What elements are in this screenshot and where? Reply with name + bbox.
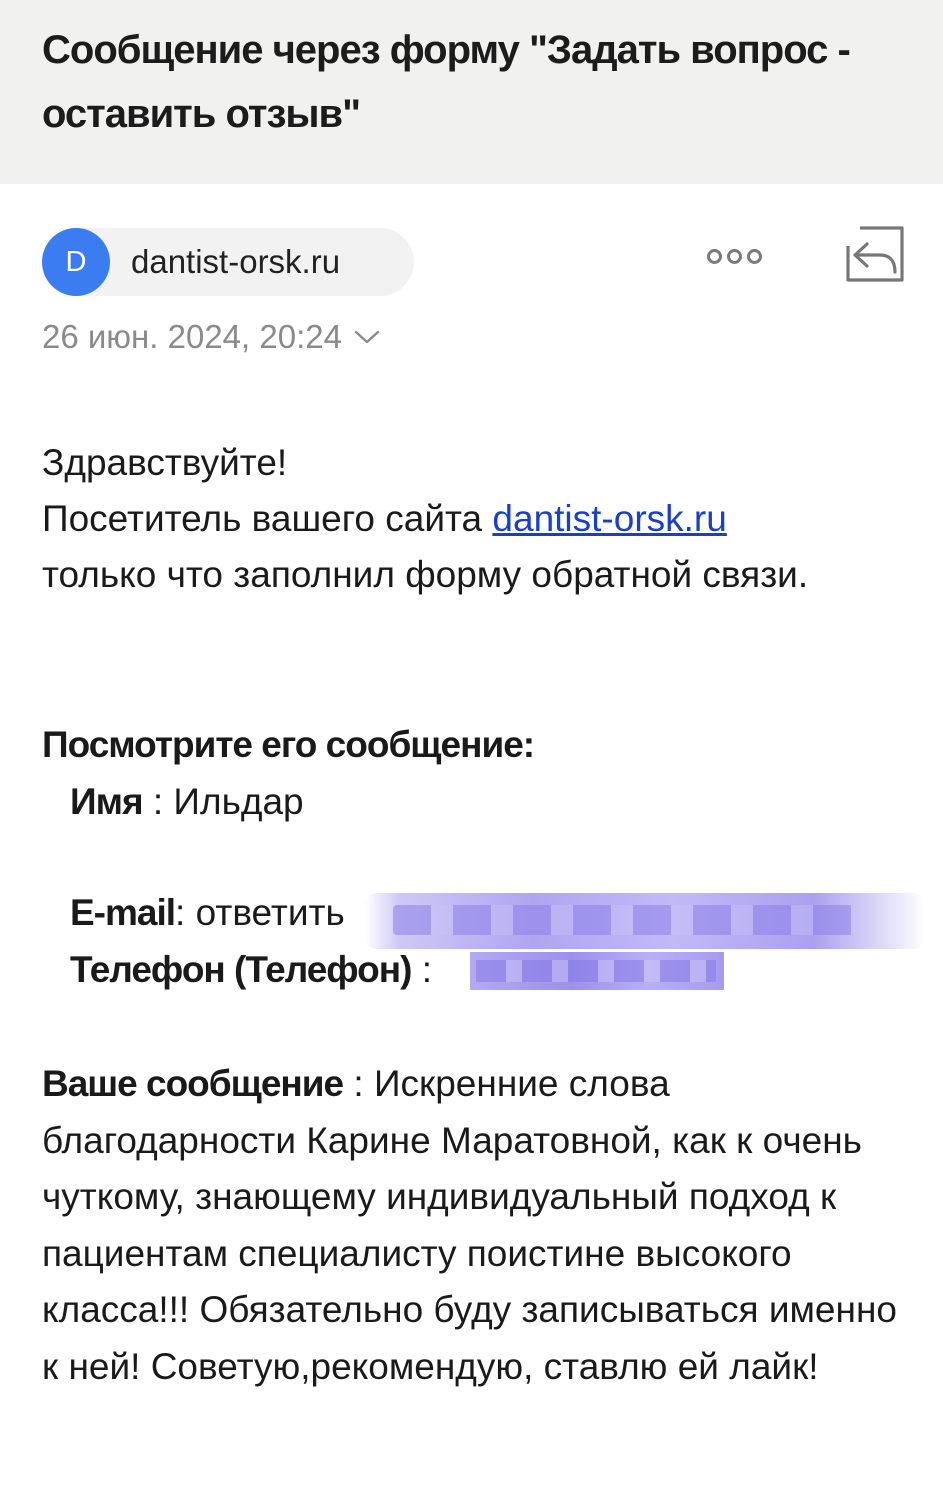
more-options-button[interactable] bbox=[696, 234, 772, 278]
date-text: 26 июн. 2024, 20:24 bbox=[42, 318, 342, 355]
name-label: Имя bbox=[70, 781, 144, 822]
intro-text-continued: только что заполнил форму обратной связи… bbox=[42, 554, 809, 595]
redacted-phone bbox=[470, 952, 724, 990]
more-dot bbox=[746, 248, 762, 264]
sender-name: dantist-orsk.ru bbox=[131, 243, 341, 280]
name-field-row: Имя : Ильдар bbox=[70, 774, 304, 830]
more-dot bbox=[726, 248, 742, 264]
email-label: E-mail bbox=[70, 892, 176, 933]
phone-label: Телефон (Телефон) bbox=[70, 949, 412, 990]
message-body-intro: Здравствуйте! Посетитель вашего сайта da… bbox=[42, 435, 912, 603]
redacted-email bbox=[365, 893, 925, 949]
greeting: Здравствуйте! bbox=[42, 442, 288, 483]
name-value: Ильдар bbox=[173, 781, 304, 822]
email-field-row: E-mail: ответить bbox=[70, 885, 366, 941]
email-subject: Сообщение через форму "Задать вопрос - о… bbox=[42, 28, 851, 136]
intro-text: Посетитель вашего сайта bbox=[42, 498, 493, 539]
name-separator: : bbox=[142, 781, 174, 822]
email-value: ответить bbox=[195, 892, 345, 933]
subject-header: Сообщение через форму "Задать вопрос - о… bbox=[0, 0, 943, 184]
message-date[interactable]: 26 июн. 2024, 20:24 bbox=[42, 314, 380, 360]
site-link[interactable]: dantist-orsk.ru bbox=[492, 498, 726, 539]
intro-paragraph: Посетитель вашего сайта dantist-orsk.ru т… bbox=[42, 491, 912, 603]
message-text: Искренние слова благодарности Карине Мар… bbox=[42, 1063, 897, 1387]
message-heading: Посмотрите его сообщение: bbox=[42, 724, 535, 765]
chevron-down-icon bbox=[354, 330, 380, 344]
phone-field-row: Телефон (Телефон) : bbox=[70, 942, 432, 998]
reply-icon bbox=[846, 226, 904, 282]
message-label: Ваше сообщение bbox=[42, 1063, 344, 1104]
sender-chip[interactable]: D dantist-orsk.ru bbox=[42, 228, 414, 296]
message-separator: : bbox=[343, 1063, 374, 1104]
sender-avatar: D bbox=[42, 228, 110, 296]
reply-button[interactable] bbox=[840, 222, 910, 288]
more-horizontal-icon bbox=[706, 248, 722, 264]
email-separator: : bbox=[175, 892, 196, 933]
phone-separator: : bbox=[411, 949, 433, 990]
user-message: Ваше сообщение : Искренние слова благода… bbox=[42, 1056, 912, 1395]
